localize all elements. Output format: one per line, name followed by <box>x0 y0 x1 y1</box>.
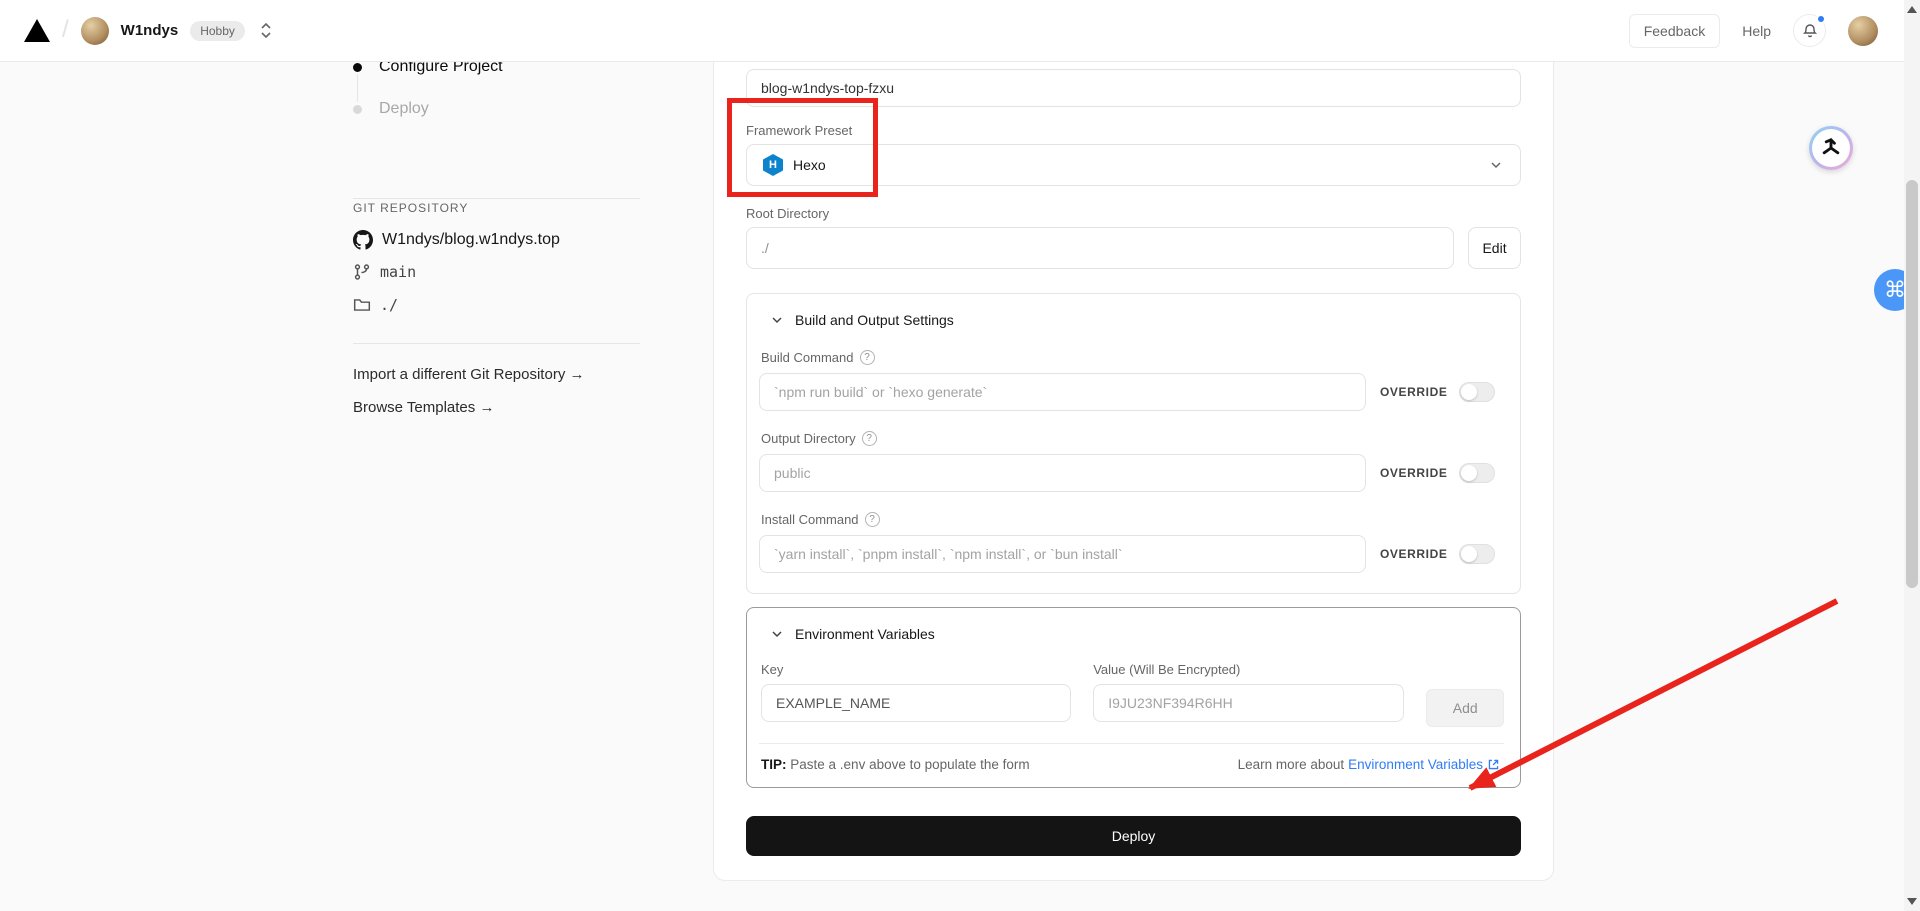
help-circle-icon[interactable]: ? <box>865 512 880 527</box>
step-dot-active <box>353 63 362 72</box>
scroll-down-arrow-icon[interactable] <box>1907 898 1917 905</box>
project-name-input[interactable] <box>746 69 1521 107</box>
git-branch-icon <box>353 263 371 281</box>
repo-name: W1ndys/blog.w1ndys.top <box>382 231 560 249</box>
root-directory-input[interactable] <box>746 227 1454 269</box>
notifications-button[interactable] <box>1793 14 1826 47</box>
env-key-label: Key <box>761 662 1071 677</box>
output-directory-input[interactable] <box>759 454 1366 492</box>
help-link[interactable]: Help <box>1742 23 1771 39</box>
step-deploy: Deploy <box>353 99 429 119</box>
root-path: ./ <box>380 296 398 314</box>
build-output-settings-section: Build and Output Settings Build Command … <box>746 293 1521 594</box>
build-output-settings-header[interactable]: Build and Output Settings <box>759 310 1504 330</box>
vercel-logo-icon[interactable] <box>24 19 50 42</box>
configure-project-card: Framework Preset H Hexo Root Directory E… <box>713 28 1554 881</box>
team-name[interactable]: W1ndys <box>121 22 179 39</box>
output-directory-override-toggle[interactable] <box>1459 463 1495 483</box>
env-learn-more: Learn more about Environment Variables <box>1238 757 1500 772</box>
assistant-logo-icon <box>1816 133 1846 163</box>
hexo-icon: H <box>763 154 783 176</box>
install-command-override-toggle[interactable] <box>1459 544 1495 564</box>
bell-icon <box>1802 23 1818 39</box>
sidebar-divider <box>353 343 640 344</box>
help-circle-icon[interactable]: ? <box>860 350 875 365</box>
output-directory-label: Output Directory ? <box>759 431 1504 446</box>
command-icon: ⌘ <box>1884 277 1906 303</box>
build-command-override-toggle[interactable] <box>1459 382 1495 402</box>
github-icon <box>353 230 373 250</box>
user-avatar[interactable] <box>1848 16 1878 46</box>
framework-preset-value: Hexo <box>793 157 826 173</box>
git-repository-heading: GIT REPOSITORY <box>353 201 468 215</box>
feedback-button[interactable]: Feedback <box>1629 14 1720 48</box>
chevron-down-icon <box>1488 157 1504 173</box>
add-env-var-button[interactable]: Add <box>1426 689 1504 727</box>
override-label: OVERRIDE <box>1380 547 1447 561</box>
edit-root-directory-button[interactable]: Edit <box>1468 227 1521 269</box>
browse-templates-link[interactable]: Browse Templates → <box>353 399 494 416</box>
root-directory-label: Root Directory <box>746 206 1521 221</box>
override-label: OVERRIDE <box>1380 385 1447 399</box>
env-value-label: Value (Will Be Encrypted) <box>1093 662 1404 677</box>
import-repo-link[interactable]: Import a different Git Repository → <box>353 366 584 383</box>
chevron-down-icon <box>769 312 785 328</box>
plan-badge: Hobby <box>190 21 245 41</box>
env-tip: TIP: Paste a .env above to populate the … <box>761 757 1030 772</box>
page-body: Configure Project Deploy GIT REPOSITORY … <box>0 62 1920 911</box>
assistant-widget-button[interactable] <box>1809 126 1853 170</box>
environment-variables-link[interactable]: Environment Variables <box>1348 757 1483 772</box>
sidebar-divider <box>353 198 640 199</box>
step-connector <box>357 74 358 102</box>
step-dot-pending <box>353 105 362 114</box>
breadcrumb-separator: / <box>62 16 69 44</box>
branch-row: main <box>353 263 416 281</box>
notification-dot <box>1816 14 1826 24</box>
build-command-label: Build Command ? <box>759 350 1504 365</box>
repo-row: W1ndys/blog.w1ndys.top <box>353 230 560 250</box>
deploy-button[interactable]: Deploy <box>746 816 1521 856</box>
scrollbar-thumb[interactable] <box>1906 180 1918 588</box>
build-command-input[interactable] <box>759 373 1366 411</box>
team-switcher-icon[interactable] <box>259 22 273 39</box>
framework-preset-select[interactable]: H Hexo <box>746 144 1521 186</box>
team-avatar <box>81 17 109 45</box>
env-value-input[interactable] <box>1093 684 1404 722</box>
framework-preset-label: Framework Preset <box>746 123 1521 138</box>
root-dir-row: ./ <box>353 296 398 314</box>
help-circle-icon[interactable]: ? <box>862 431 877 446</box>
environment-variables-header[interactable]: Environment Variables <box>759 624 1504 644</box>
install-command-label: Install Command ? <box>759 512 1504 527</box>
top-navbar: / W1ndys Hobby Feedback Help <box>0 0 1920 62</box>
folder-icon <box>353 296 371 314</box>
environment-variables-section: Environment Variables Key Value (Will Be… <box>746 607 1521 788</box>
chevron-down-icon <box>769 626 785 642</box>
branch-name: main <box>380 263 416 281</box>
scroll-up-arrow-icon[interactable] <box>1907 6 1917 13</box>
external-link-icon[interactable] <box>1487 758 1500 771</box>
env-key-input[interactable] <box>761 684 1071 722</box>
override-label: OVERRIDE <box>1380 466 1447 480</box>
scrollbar[interactable] <box>1904 0 1920 911</box>
install-command-input[interactable] <box>759 535 1366 573</box>
